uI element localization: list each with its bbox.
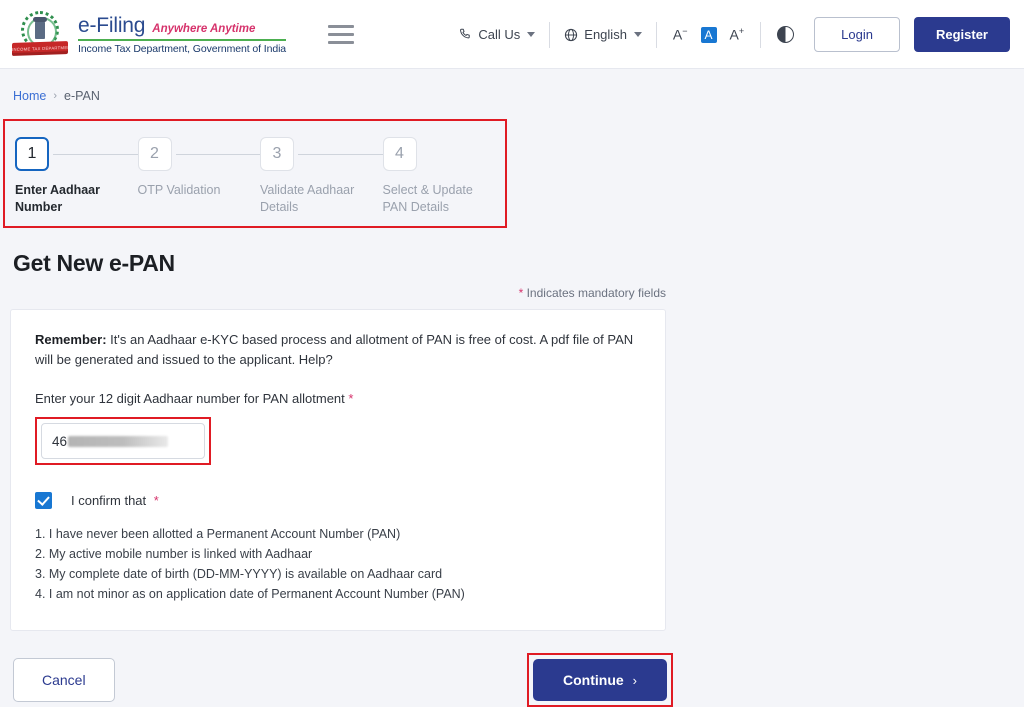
aadhaar-field-label: Enter your 12 digit Aadhaar number for P… [35, 391, 641, 406]
hamburger-bar [328, 33, 355, 36]
phone-icon [460, 28, 471, 39]
font-size-controls: A− A A+ [657, 26, 760, 43]
breadcrumb: Home › e-PAN [0, 69, 1024, 103]
step-number-3: 3 [260, 137, 294, 171]
step-connector-arrow-icon [175, 151, 267, 157]
list-item: 4. I am not minor as on application date… [35, 587, 465, 601]
stepper-step-3[interactable]: 3 Validate Aadhaar Details [260, 137, 389, 216]
remember-text: It's an Aadhaar e-KYC based process and … [35, 332, 634, 367]
continue-label: Continue [563, 672, 624, 688]
font-default-button[interactable]: A [700, 26, 717, 43]
call-us-label: Call Us [478, 27, 521, 42]
aadhaar-input-annotation-box: 46 [35, 417, 211, 465]
epan-form-card: Remember: It's an Aadhaar e-KYC based pr… [10, 309, 666, 631]
stepper-step-2[interactable]: 2 OTP Validation [137, 137, 267, 216]
mandatory-note-text: Indicates mandatory fields [526, 286, 666, 300]
confirm-checkbox-row: I confirm that * [35, 492, 641, 509]
site-header: INCOME TAX DEPARTMENT e-Filing Anywhere … [0, 0, 1024, 69]
step-number-4: 4 [382, 137, 417, 171]
step-number-2: 2 [137, 137, 172, 171]
confirm-label: I confirm that * [71, 493, 159, 508]
aadhaar-field-label-text: Enter your 12 digit Aadhaar number for P… [35, 391, 345, 406]
header-actions: Call Us English A− A A+ Login Register [445, 17, 1010, 52]
brand-top-row: e-Filing Anywhere Anytime [78, 14, 287, 41]
language-dropdown[interactable]: English [550, 27, 656, 42]
income-tax-emblem-icon: INCOME TAX DEPARTMENT [12, 9, 68, 61]
breadcrumb-current: e-PAN [64, 89, 100, 103]
list-item: 2. My active mobile number is linked wit… [35, 547, 313, 561]
redacted-value-overlay [68, 435, 169, 447]
mandatory-star: * [518, 286, 524, 300]
divider [760, 21, 762, 48]
contrast-toggle-icon[interactable] [777, 26, 795, 43]
step-label-4: Select & Update PAN Details [382, 183, 473, 214]
stepper-step-4[interactable]: 4 Select & Update PAN Details [382, 137, 506, 216]
brand-logo[interactable]: e-Filing Anywhere Anytime Income Tax Dep… [78, 14, 286, 55]
chevron-right-icon: › [632, 672, 637, 688]
confirm-checkbox[interactable] [35, 492, 52, 509]
font-increase-button[interactable]: A+ [730, 27, 745, 42]
brand-tagline: Anywhere Anytime [152, 23, 256, 35]
step-connector-arrow-icon [53, 151, 144, 157]
register-button[interactable]: Register [913, 17, 1010, 52]
confirm-label-text: I confirm that [71, 493, 147, 508]
step-label-2: OTP Validation [137, 183, 221, 197]
breadcrumb-home-link[interactable]: Home [13, 89, 46, 103]
breadcrumb-separator-icon: › [53, 90, 58, 102]
step-connector-arrow-icon [298, 151, 389, 157]
remember-label: Remember: [35, 332, 107, 347]
progress-stepper: 1 Enter Aadhaar Number 2 OTP Validation … [5, 137, 505, 216]
call-us-dropdown[interactable]: Call Us [445, 27, 549, 42]
emblem-ribbon-text: INCOME TAX DEPARTMENT [12, 44, 68, 52]
cancel-button[interactable]: Cancel [13, 658, 115, 702]
form-actions: Cancel Continue › [13, 653, 673, 707]
language-label: English [584, 27, 627, 42]
hamburger-menu-icon[interactable] [328, 25, 355, 44]
list-item: 1. I have never been allotted a Permanen… [35, 527, 401, 541]
chevron-down-icon [633, 32, 642, 37]
hamburger-bar [328, 25, 355, 28]
chevron-down-icon [527, 32, 536, 37]
mandatory-fields-note: * Indicates mandatory fields [0, 286, 666, 300]
globe-icon [565, 28, 578, 41]
confirmation-list: 1. I have never been allotted a Permanen… [35, 524, 641, 604]
required-star: * [153, 493, 159, 508]
aadhaar-input-value: 46 [52, 433, 68, 449]
brand-subtitle: Income Tax Department, Government of Ind… [78, 43, 287, 55]
list-item: 3. My complete date of birth (DD-MM-YYYY… [35, 567, 443, 581]
login-button[interactable]: Login [814, 17, 900, 52]
hamburger-bar [328, 41, 355, 44]
brand-name: e-Filing [78, 14, 146, 37]
step-label-3: Validate Aadhaar Details [260, 183, 355, 214]
font-decrease-button[interactable]: A− [673, 27, 688, 42]
required-star: * [348, 391, 354, 406]
page-title: Get New e-PAN [13, 250, 175, 276]
stepper-annotation-box: 1 Enter Aadhaar Number 2 OTP Validation … [3, 119, 507, 228]
continue-annotation-box: Continue › [527, 653, 673, 707]
emblem-ashoka-pillar [33, 16, 47, 39]
remember-note: Remember: It's an Aadhaar e-KYC based pr… [35, 330, 641, 370]
emblem-ribbon: INCOME TAX DEPARTMENT [12, 40, 68, 56]
aadhaar-number-input[interactable]: 46 [41, 423, 205, 459]
continue-button[interactable]: Continue › [533, 659, 667, 701]
step-number-1: 1 [15, 137, 49, 171]
step-label-1: Enter Aadhaar Number [15, 183, 100, 214]
stepper-step-1[interactable]: 1 Enter Aadhaar Number [15, 137, 144, 216]
